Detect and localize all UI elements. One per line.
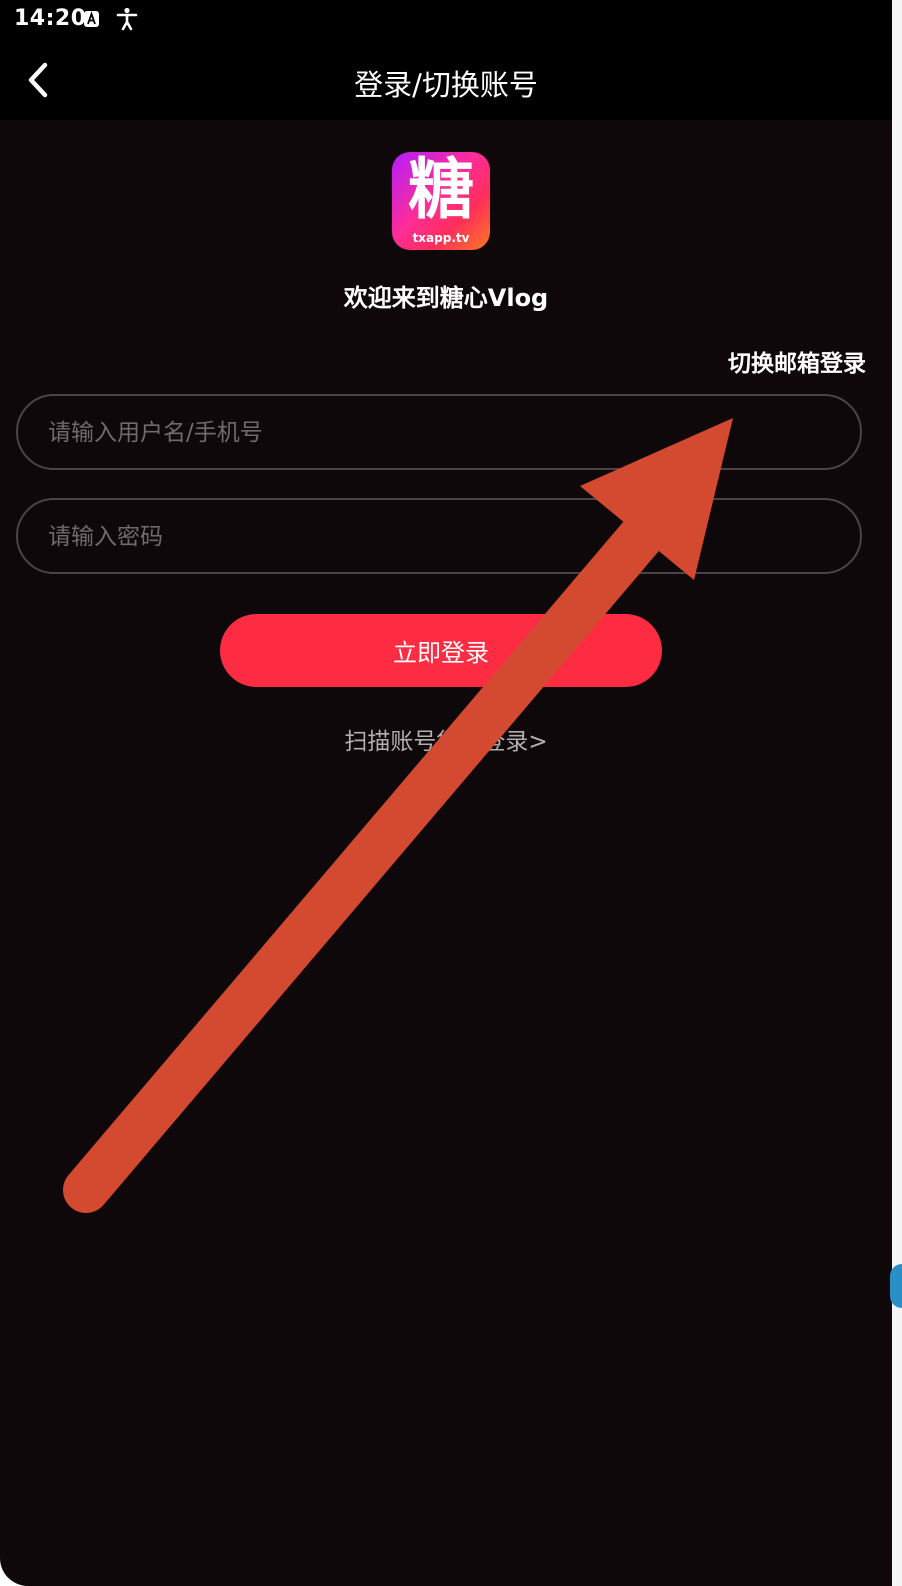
scan-credential-link[interactable]: 扫描账号凭证登录>: [0, 722, 892, 756]
status-bar: 14:20: [0, 0, 892, 40]
status-time: 14:20: [14, 6, 87, 31]
floating-bubble[interactable]: [890, 1264, 902, 1308]
logo-mark: 糖: [408, 152, 474, 228]
font-icon: [84, 11, 99, 27]
login-button[interactable]: 立即登录: [220, 614, 662, 687]
top-nav: 登录/切换账号: [0, 40, 892, 120]
username-input[interactable]: [46, 396, 840, 470]
app-screen: 14:20 登录/切换账号 糖 txapp.tv 欢迎来到糖心Vlog 切换邮箱…: [0, 0, 892, 1586]
username-field-wrapper: [16, 394, 862, 470]
password-input[interactable]: [46, 500, 840, 574]
app-logo: 糖 txapp.tv: [392, 152, 490, 250]
page-title: 登录/切换账号: [354, 68, 538, 102]
accessibility-icon: [116, 7, 138, 35]
password-field-wrapper: [16, 498, 862, 574]
logo-domain: txapp.tv: [412, 231, 470, 245]
switch-email-link[interactable]: 切换邮箱登录: [728, 344, 866, 378]
window-edge: [892, 0, 902, 1586]
welcome-text: 欢迎来到糖心Vlog: [343, 284, 549, 312]
